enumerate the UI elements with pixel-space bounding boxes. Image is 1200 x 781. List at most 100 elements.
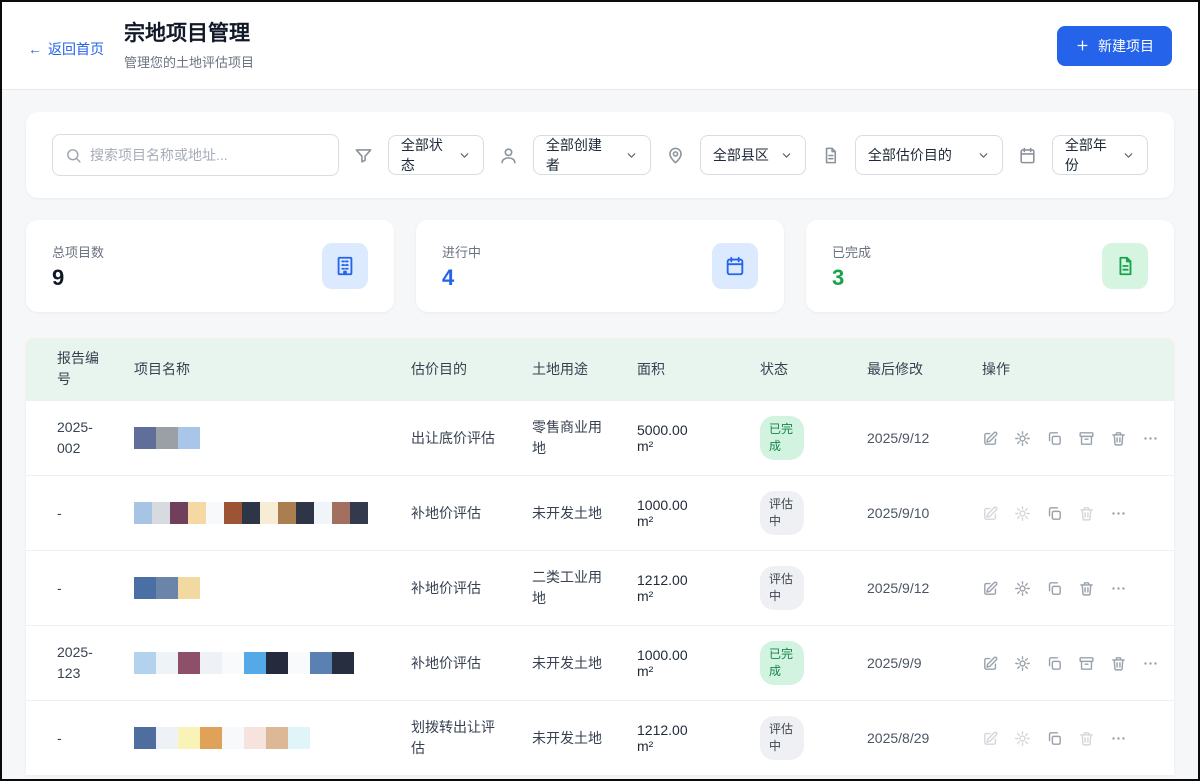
copy-icon[interactable] <box>1046 730 1063 747</box>
name-block <box>332 502 350 524</box>
copy-icon[interactable] <box>1046 430 1063 447</box>
purpose-filter-select[interactable]: 全部估价目的 <box>855 135 1003 175</box>
status-cell: 评估中 <box>760 566 840 610</box>
land-use: 未开发土地 <box>532 653 610 674</box>
year-filter-select[interactable]: 全部年份 <box>1052 135 1148 175</box>
building-icon <box>322 243 368 289</box>
project-name-blocks[interactable] <box>134 652 384 674</box>
area-value: 1000.00 <box>637 647 733 663</box>
filter-bar: 全部状态 全部创建者 全部县区 全部估价目的 全部年份 <box>26 112 1174 198</box>
valuation-purpose: 划拨转出让评估 <box>411 717 505 759</box>
area-unit: m² <box>637 588 733 604</box>
settings-icon[interactable] <box>1014 580 1031 597</box>
stat-card-completed: 已完成 3 <box>806 220 1174 312</box>
calendar-icon <box>712 243 758 289</box>
project-name-blocks[interactable] <box>134 427 384 449</box>
archive-icon[interactable] <box>1078 430 1095 447</box>
more-icon[interactable] <box>1110 580 1127 597</box>
edit-icon[interactable] <box>982 430 999 447</box>
table-row: -补地价评估未开发土地1000.00m²评估中2025/9/10 <box>26 475 1174 550</box>
land-use: 二类工业用地 <box>532 567 610 609</box>
area: 1000.00m² <box>637 497 733 529</box>
more-icon[interactable] <box>1110 505 1127 522</box>
area: 1212.00m² <box>637 722 733 754</box>
user-icon <box>499 146 518 165</box>
chevron-down-icon <box>625 149 638 162</box>
more-icon[interactable] <box>1142 655 1159 672</box>
new-project-label: 新建项目 <box>1098 36 1154 56</box>
name-block <box>152 502 170 524</box>
creator-filter-value: 全部创建者 <box>546 135 615 175</box>
column-header-2: 估价目的 <box>411 359 505 380</box>
name-block <box>134 727 156 749</box>
column-header-6: 最后修改 <box>867 359 955 380</box>
delete-icon[interactable] <box>1110 430 1127 447</box>
row-actions <box>982 505 1160 522</box>
search-box[interactable] <box>52 134 339 176</box>
area-value: 5000.00 <box>637 422 733 438</box>
copy-icon[interactable] <box>1046 505 1063 522</box>
delete-icon[interactable] <box>1110 655 1127 672</box>
name-block <box>244 727 266 749</box>
more-icon[interactable] <box>1110 730 1127 747</box>
column-header-0: 报告编号 <box>57 348 107 390</box>
document-icon <box>1102 243 1148 289</box>
name-block <box>134 577 156 599</box>
new-project-button[interactable]: 新建项目 <box>1057 26 1172 66</box>
area: 1212.00m² <box>637 572 733 604</box>
back-arrow-icon: ← <box>28 41 42 57</box>
name-block <box>350 502 368 524</box>
area: 1000.00m² <box>637 647 733 679</box>
area-unit: m² <box>637 663 733 679</box>
page-title: 宗地项目管理 <box>124 20 254 47</box>
delete-icon[interactable] <box>1078 580 1095 597</box>
area: 5000.00m² <box>637 422 733 454</box>
name-block <box>222 652 244 674</box>
name-block <box>134 652 156 674</box>
back-to-home-link[interactable]: ← 返回首页 <box>28 39 104 59</box>
name-block <box>156 577 178 599</box>
stat-value: 9 <box>52 265 104 291</box>
project-name-blocks[interactable] <box>134 577 384 599</box>
stat-label: 总项目数 <box>52 242 104 261</box>
settings-icon[interactable] <box>1014 430 1031 447</box>
stat-value: 4 <box>442 265 481 291</box>
name-block <box>200 652 222 674</box>
status-filter-select[interactable]: 全部状态 <box>388 135 484 175</box>
project-name-blocks[interactable] <box>134 502 384 524</box>
delete-icon <box>1078 505 1095 522</box>
area-unit: m² <box>637 738 733 754</box>
status-cell: 已完成 <box>760 416 840 460</box>
copy-icon[interactable] <box>1046 580 1063 597</box>
chevron-down-icon <box>1122 149 1135 162</box>
status-badge: 评估中 <box>760 716 804 760</box>
last-modified: 2025/9/12 <box>867 428 955 449</box>
name-block <box>170 502 188 524</box>
stat-label: 已完成 <box>832 242 871 261</box>
project-name-blocks[interactable] <box>134 727 384 749</box>
table-body: 2025-002出让底价评估零售商业用地5000.00m²已完成2025/9/1… <box>26 400 1174 775</box>
valuation-purpose: 补地价评估 <box>411 503 505 524</box>
copy-icon[interactable] <box>1046 655 1063 672</box>
name-block <box>222 727 244 749</box>
status-badge: 评估中 <box>760 491 804 535</box>
edit-icon <box>982 505 999 522</box>
edit-icon[interactable] <box>982 580 999 597</box>
back-link-label: 返回首页 <box>48 39 104 59</box>
creator-filter-select[interactable]: 全部创建者 <box>533 135 651 175</box>
search-input[interactable] <box>90 147 326 163</box>
table-row: -划拨转出让评估未开发土地1212.00m²评估中2025/8/29 <box>26 700 1174 775</box>
stat-card-in-progress: 进行中 4 <box>416 220 784 312</box>
district-filter-select[interactable]: 全部县区 <box>700 135 806 175</box>
report-number: 2025-002 <box>57 417 107 459</box>
edit-icon[interactable] <box>982 655 999 672</box>
district-filter-value: 全部县区 <box>713 145 769 165</box>
page-header: ← 返回首页 宗地项目管理 管理您的土地评估项目 新建项目 <box>2 2 1198 90</box>
name-block <box>288 727 310 749</box>
settings-icon[interactable] <box>1014 655 1031 672</box>
archive-icon[interactable] <box>1078 655 1095 672</box>
search-icon <box>65 147 82 164</box>
status-badge: 评估中 <box>760 566 804 610</box>
last-modified: 2025/9/9 <box>867 653 955 674</box>
more-icon[interactable] <box>1142 430 1159 447</box>
